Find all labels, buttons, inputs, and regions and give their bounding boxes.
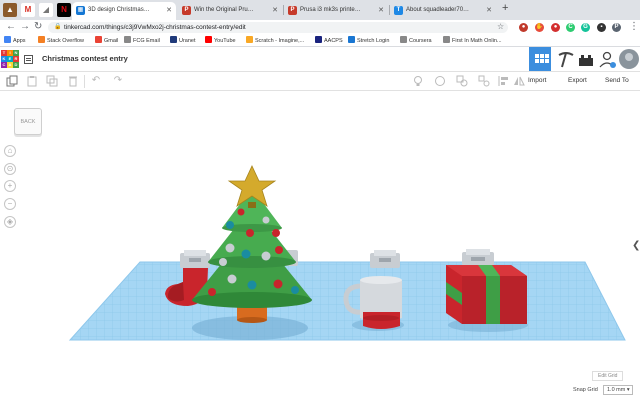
3d-scene[interactable]: [0, 91, 640, 400]
bookmark-stack-overflow[interactable]: Stack Overflow: [38, 36, 84, 46]
undo-icon[interactable]: ↶: [90, 75, 102, 87]
new-tab-button[interactable]: +: [502, 2, 508, 14]
pinned-tab-netflix-icon[interactable]: N: [57, 3, 71, 17]
bookmark-coursera[interactable]: Coursera: [400, 36, 432, 46]
tab-tinkercad-design[interactable]: ▦ 3D design Christmas contest e ✕: [72, 2, 176, 20]
close-tab-icon[interactable]: ✕: [378, 2, 384, 19]
design-title[interactable]: Christmas contest entry: [42, 54, 128, 63]
close-tab-icon[interactable]: ✕: [486, 2, 492, 19]
light-bulb-icon[interactable]: [412, 75, 424, 87]
snap-grid-select[interactable]: 1.0 mm ▾: [603, 385, 633, 395]
christmas-tree[interactable]: [192, 165, 312, 323]
editor-toolbar: ↶ ↷ Import Export Send To: [0, 72, 640, 91]
logo-letter: D: [13, 62, 19, 68]
stack-overflow-icon: [38, 36, 45, 43]
align-icon[interactable]: [498, 75, 510, 87]
apps-grid-icon: [4, 36, 11, 43]
prusa-favicon-icon: P: [182, 6, 191, 15]
uranet-icon: [170, 36, 177, 43]
toolbar-divider: [84, 75, 85, 88]
tinkercad-header: T I N K E R C A D Christmas contest entr…: [0, 47, 640, 72]
close-tab-icon[interactable]: ✕: [272, 2, 278, 19]
pickaxe-icon[interactable]: [556, 50, 576, 70]
bricks-icon[interactable]: [576, 50, 596, 70]
home-view-icon[interactable]: ⌂: [4, 145, 16, 157]
group-icon[interactable]: [456, 75, 468, 87]
bookmark-fcg-email[interactable]: FCG Email: [124, 36, 160, 46]
copy-icon[interactable]: [6, 75, 18, 87]
lock-icon: 🔒: [54, 24, 62, 30]
avatar[interactable]: [619, 49, 639, 69]
tab-thingiverse-about[interactable]: T About squadleader70 - Thingiv ✕: [390, 2, 496, 20]
redo-icon[interactable]: ↷: [112, 75, 124, 87]
scratch-icon: [246, 36, 253, 43]
grid-view-button[interactable]: [529, 47, 551, 71]
tinkercad-favicon-icon: ▦: [76, 6, 85, 15]
extension-c-icon[interactable]: C: [566, 23, 575, 32]
show-all-icon[interactable]: [434, 75, 446, 87]
zoom-out-icon[interactable]: −: [4, 198, 16, 210]
duplicate-icon[interactable]: [46, 75, 58, 87]
bookmark-scratch[interactable]: Scratch - Imagine,...: [246, 36, 304, 46]
prusa-favicon-icon: P: [288, 6, 297, 15]
tinkercad-logo[interactable]: T I N K E R C A D: [1, 50, 19, 68]
snap-grid-value: 1.0 mm: [607, 387, 626, 393]
reload-icon[interactable]: ↻: [34, 21, 42, 33]
gmail-icon: [95, 36, 102, 43]
import-button[interactable]: Import: [528, 77, 546, 84]
menu-dots-icon[interactable]: ⋮: [629, 21, 639, 33]
delete-icon[interactable]: [67, 75, 79, 87]
bookmark-apps[interactable]: Apps: [4, 36, 26, 46]
mirror-icon[interactable]: [513, 75, 525, 87]
back-arrow-icon[interactable]: ←: [6, 21, 16, 33]
edit-grid-button[interactable]: Edit Grid: [592, 371, 624, 381]
back-view-cube[interactable]: BACK: [14, 108, 42, 135]
pinned-tab-gmail-icon[interactable]: M: [21, 3, 35, 17]
url-text: tinkercad.com/things/c3j9VwMxo2j-christm…: [64, 24, 246, 31]
export-button[interactable]: Export: [568, 77, 587, 84]
snap-grid-label: Snap Grid: [573, 387, 598, 393]
thingiverse-favicon-icon: T: [394, 6, 403, 15]
browser-tab-strip: ▲ M ◢ N ▦ 3D design Christmas contest e …: [0, 0, 640, 20]
extension-grammarly-icon[interactable]: G: [581, 23, 590, 32]
tab-prusa-ornament[interactable]: P Prusa i3 mk3s printer ornamen ✕: [284, 2, 388, 20]
pinned-tab-castle-icon[interactable]: ▲: [3, 3, 17, 17]
youtube-icon: [205, 36, 212, 43]
bookmark-first-in-math[interactable]: First In Math Onlin...: [443, 36, 502, 46]
bookmark-aacps[interactable]: AACPS: [315, 36, 343, 46]
stretch-icon: [348, 36, 355, 43]
bookmark-star-icon[interactable]: ☆: [497, 22, 504, 31]
extension-abp-icon[interactable]: ●: [519, 23, 528, 32]
gift-box-ornament[interactable]: [446, 249, 527, 324]
bookmark-uranet[interactable]: Uranet: [170, 36, 196, 46]
folder-icon: [124, 36, 131, 43]
panel-toggle-icon[interactable]: ❮: [632, 240, 640, 251]
folder-icon: [443, 36, 450, 43]
paste-icon[interactable]: [26, 75, 38, 87]
extension-dark-icon[interactable]: ▪: [597, 23, 606, 32]
bookmark-gmail[interactable]: Gmail: [95, 36, 118, 46]
ortho-view-icon[interactable]: ◈: [4, 216, 16, 228]
bookmarks-bar: Apps Stack Overflow Gmail FCG Email Uran…: [0, 35, 640, 47]
extension-red-icon[interactable]: ●: [551, 23, 560, 32]
close-tab-icon[interactable]: ✕: [166, 2, 172, 19]
bookmark-stretch-login[interactable]: Stretch Login: [348, 36, 389, 46]
tab-win-prusa[interactable]: P Win the Original Prusa i3 MK3S ✕: [178, 2, 282, 20]
folder-icon: [400, 36, 407, 43]
aacps-icon: [315, 36, 322, 43]
fit-view-icon[interactable]: ⊙: [4, 163, 16, 175]
add-user-icon[interactable]: [598, 50, 618, 70]
bookmark-youtube[interactable]: YouTube: [205, 36, 236, 46]
pinned-tab-drive-icon[interactable]: ◢: [39, 3, 53, 17]
profile-avatar-icon[interactable]: P: [612, 23, 621, 32]
url-input[interactable]: 🔒 tinkercad.com/things/c3j9VwMxo2j-chris…: [48, 22, 508, 33]
send-to-button[interactable]: Send To: [605, 77, 629, 84]
zoom-in-icon[interactable]: +: [4, 180, 16, 192]
design-list-icon[interactable]: [24, 55, 33, 64]
ungroup-icon[interactable]: [478, 75, 490, 87]
forward-arrow-icon[interactable]: →: [20, 21, 30, 33]
extension-adblock-icon[interactable]: ✋: [535, 23, 544, 32]
address-bar-row: ← → ↻ 🔒 tinkercad.com/things/c3j9VwMxo2j…: [0, 20, 640, 35]
